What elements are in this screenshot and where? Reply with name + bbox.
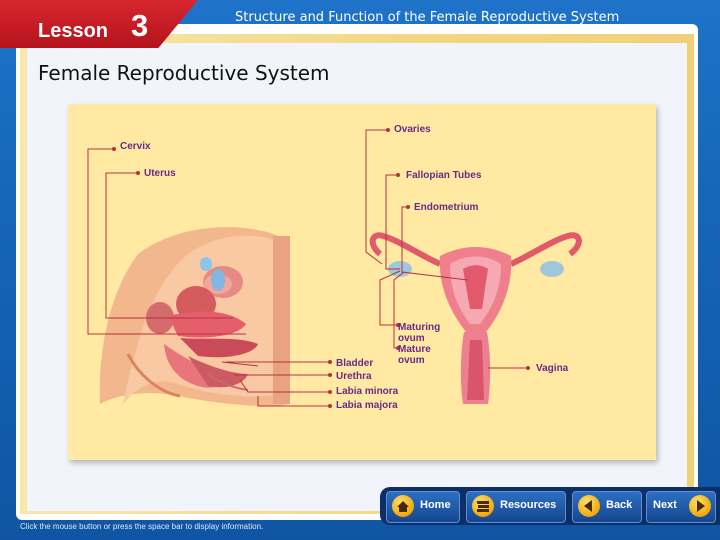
home-icon [392,495,414,517]
lesson-label: Lesson [38,20,109,42]
side-view-illustration [99,227,290,407]
next-button-label: Next [653,499,677,511]
label-maturing-ovum-line1: Maturing [398,322,440,333]
label-mature-ovum-line1: Mature [398,344,431,355]
label-cervix: Cervix [120,141,151,152]
header-title: Structure and Function of the Female Rep… [235,10,620,25]
lesson-number: 3 [131,8,149,43]
label-fallopian-tubes: Fallopian Tubes [406,170,482,181]
resources-button[interactable]: Resources [466,491,566,523]
label-labia-majora: Labia majora [336,400,398,411]
label-maturing-ovum-line2: ovum [398,333,425,344]
home-button[interactable]: Home [386,491,460,523]
label-endometrium: Endometrium [414,202,479,213]
label-ovaries: Ovaries [394,124,431,135]
next-button[interactable]: Next [646,491,716,523]
back-arrow-icon [578,495,600,517]
resources-button-label: Resources [500,499,557,511]
back-button-label: Back [606,499,633,511]
label-vagina: Vagina [536,363,569,374]
anatomy-figure: Cervix Uterus Ovaries Fallopian Tubes En… [68,104,656,460]
next-arrow-icon [689,495,711,517]
back-button[interactable]: Back [572,491,642,523]
label-labia-minora: Labia minora [336,386,399,397]
home-button-label: Home [420,499,451,511]
label-urethra: Urethra [336,371,372,382]
books-icon [472,495,494,517]
anatomy-diagram: Cervix Uterus Ovaries Fallopian Tubes En… [87,124,582,411]
footer-hint: Click the mouse button or press the spac… [20,522,264,531]
label-mature-ovum-line2: ovum [398,355,425,366]
label-bladder: Bladder [336,358,373,369]
front-view-illustration [369,232,582,404]
label-uterus: Uterus [144,168,176,179]
page-title: Female Reproductive System [38,61,330,85]
